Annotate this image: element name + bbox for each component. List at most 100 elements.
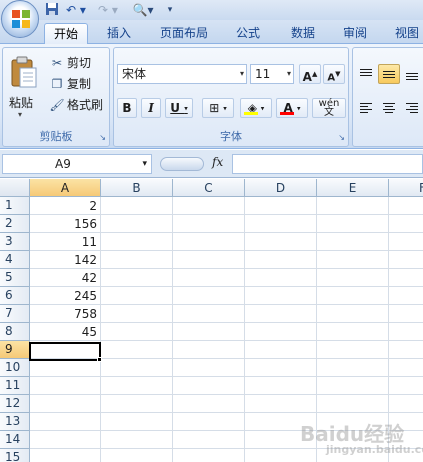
row-header[interactable]: 5 bbox=[0, 269, 30, 287]
font-group: 宋体 ▾ 11 ▾ A▲ A▼ B I U ▾ ⊞ ▾ ◈ ▾ A ▾ wén 文 字… bbox=[113, 47, 349, 147]
font-color-button[interactable]: A ▾ bbox=[276, 98, 308, 118]
copy-label: 复制 bbox=[67, 77, 92, 91]
customize-toolbar-icon[interactable]: ▾ bbox=[164, 2, 176, 18]
gridline bbox=[172, 197, 173, 462]
watermark-sub: jingyan.baidu.com bbox=[326, 443, 423, 456]
copy-button[interactable]: ❐ 复制 bbox=[49, 75, 91, 93]
underline-label: U bbox=[170, 101, 181, 115]
cell-a2[interactable]: 156 bbox=[30, 215, 100, 233]
gridline bbox=[100, 197, 101, 462]
paste-button-label[interactable]: 粘贴 bbox=[9, 94, 33, 111]
cell-a4[interactable]: 142 bbox=[30, 251, 100, 269]
scissors-icon: ✂ bbox=[51, 56, 63, 70]
font-size-value: 11 bbox=[255, 67, 271, 81]
row-header[interactable]: 1 bbox=[0, 197, 30, 215]
copy-icon: ❐ bbox=[51, 77, 63, 91]
cut-button[interactable]: ✂ 剪切 bbox=[49, 54, 91, 72]
fill-color-button[interactable]: ◈ ▾ bbox=[240, 98, 272, 118]
formula-bar-splitter[interactable] bbox=[160, 157, 204, 171]
bold-button[interactable]: B bbox=[117, 98, 137, 118]
font-name-value: 宋体 bbox=[122, 67, 147, 81]
fill-handle[interactable] bbox=[97, 357, 102, 362]
cut-label: 剪切 bbox=[67, 56, 92, 70]
clipboard-group: 粘贴 ▾ ✂ 剪切 ❐ 复制 🖌 格式刷 剪贴板 ↘ bbox=[2, 47, 110, 147]
column-header-c[interactable]: C bbox=[173, 179, 245, 197]
chevron-down-icon: ▾ bbox=[286, 69, 291, 78]
gridline bbox=[244, 197, 245, 462]
chevron-down-icon: ▾ bbox=[260, 104, 265, 113]
row-header[interactable]: 9 bbox=[0, 341, 30, 359]
tab-insert[interactable]: 插入 bbox=[100, 23, 138, 44]
cell-a8[interactable]: 45 bbox=[30, 323, 100, 341]
select-all-button[interactable] bbox=[0, 179, 30, 197]
alignment-group bbox=[352, 47, 423, 147]
clipboard-launcher-icon[interactable]: ↘ bbox=[99, 133, 106, 142]
office-logo-icon bbox=[12, 10, 30, 28]
font-size-select[interactable]: 11 ▾ bbox=[250, 64, 294, 84]
align-right-button[interactable] bbox=[401, 98, 423, 118]
office-button[interactable] bbox=[1, 0, 39, 38]
insert-function-icon[interactable]: fx bbox=[212, 155, 223, 169]
formula-input[interactable] bbox=[232, 154, 423, 174]
align-left-button[interactable] bbox=[355, 98, 377, 118]
tab-data[interactable]: 数据 bbox=[283, 23, 323, 44]
cell-a3[interactable]: 11 bbox=[30, 233, 100, 251]
fill-color-swatch bbox=[244, 112, 258, 115]
format-painter-icon: 🖌 bbox=[49, 98, 65, 112]
align-top-button[interactable] bbox=[355, 64, 377, 84]
row-header[interactable]: 11 bbox=[0, 377, 30, 395]
column-header-f[interactable]: F bbox=[389, 179, 423, 197]
print-preview-icon[interactable]: 🔍▾ bbox=[128, 2, 158, 18]
cell-a5[interactable]: 42 bbox=[30, 269, 100, 287]
cell-a1[interactable]: 2 bbox=[30, 197, 100, 215]
font-launcher-icon[interactable]: ↘ bbox=[338, 133, 345, 142]
row-header[interactable]: 7 bbox=[0, 305, 30, 323]
row-header[interactable]: 14 bbox=[0, 431, 30, 449]
row-header[interactable]: 2 bbox=[0, 215, 30, 233]
italic-button[interactable]: I bbox=[141, 98, 161, 118]
ribbon-tabs: 开始 插入 页面布局 公式 数据 审阅 视图 bbox=[0, 20, 423, 44]
column-header-b[interactable]: B bbox=[101, 179, 173, 197]
paste-dropdown-icon[interactable]: ▾ bbox=[18, 110, 22, 119]
gridline bbox=[30, 394, 423, 395]
name-box-value: A9 bbox=[55, 157, 71, 171]
row-header[interactable]: 12 bbox=[0, 395, 30, 413]
cell-a7[interactable]: 758 bbox=[30, 305, 100, 323]
active-cell-a9[interactable] bbox=[29, 342, 101, 361]
save-icon[interactable] bbox=[44, 2, 60, 18]
row-header[interactable]: 13 bbox=[0, 413, 30, 431]
column-header-e[interactable]: E bbox=[317, 179, 389, 197]
tab-review[interactable]: 审阅 bbox=[336, 23, 374, 44]
tab-view[interactable]: 视图 bbox=[390, 23, 423, 44]
align-center-button[interactable] bbox=[378, 98, 400, 118]
row-header[interactable]: 4 bbox=[0, 251, 30, 269]
row-header[interactable]: 6 bbox=[0, 287, 30, 305]
borders-button[interactable]: ⊞ ▾ bbox=[202, 98, 234, 118]
phonetic-guide-button[interactable]: wén 文 bbox=[312, 98, 346, 118]
underline-button[interactable]: U ▾ bbox=[165, 98, 193, 118]
row-header[interactable]: 10 bbox=[0, 359, 30, 377]
redo-icon[interactable]: ↷ ▾ bbox=[96, 2, 120, 18]
row-header[interactable]: 8 bbox=[0, 323, 30, 341]
tab-page-layout[interactable]: 页面布局 bbox=[152, 23, 216, 44]
font-color-swatch bbox=[280, 112, 294, 115]
cell-a6[interactable]: 245 bbox=[30, 287, 100, 305]
name-box[interactable]: A9 ▾ bbox=[2, 154, 152, 174]
tab-formulas[interactable]: 公式 bbox=[228, 23, 268, 44]
align-bottom-button[interactable] bbox=[401, 64, 423, 84]
font-name-select[interactable]: 宋体 ▾ bbox=[117, 64, 247, 84]
column-header-a[interactable]: A bbox=[30, 179, 101, 197]
format-painter-button[interactable]: 🖌 格式刷 bbox=[49, 96, 103, 114]
row-header[interactable]: 3 bbox=[0, 233, 30, 251]
phonetic-char: 文 bbox=[324, 107, 334, 118]
column-header-d[interactable]: D bbox=[245, 179, 317, 197]
shrink-font-button[interactable]: A▼ bbox=[323, 64, 345, 84]
paste-icon[interactable] bbox=[10, 56, 38, 88]
align-middle-button[interactable] bbox=[378, 64, 400, 84]
font-group-label: 字体 bbox=[220, 130, 242, 143]
undo-icon[interactable]: ↶ ▾ bbox=[64, 2, 88, 18]
tab-home[interactable]: 开始 bbox=[44, 23, 88, 44]
chevron-down-icon: ▾ bbox=[184, 104, 188, 113]
grow-font-button[interactable]: A▲ bbox=[299, 64, 321, 84]
row-header[interactable]: 15 bbox=[0, 449, 30, 462]
